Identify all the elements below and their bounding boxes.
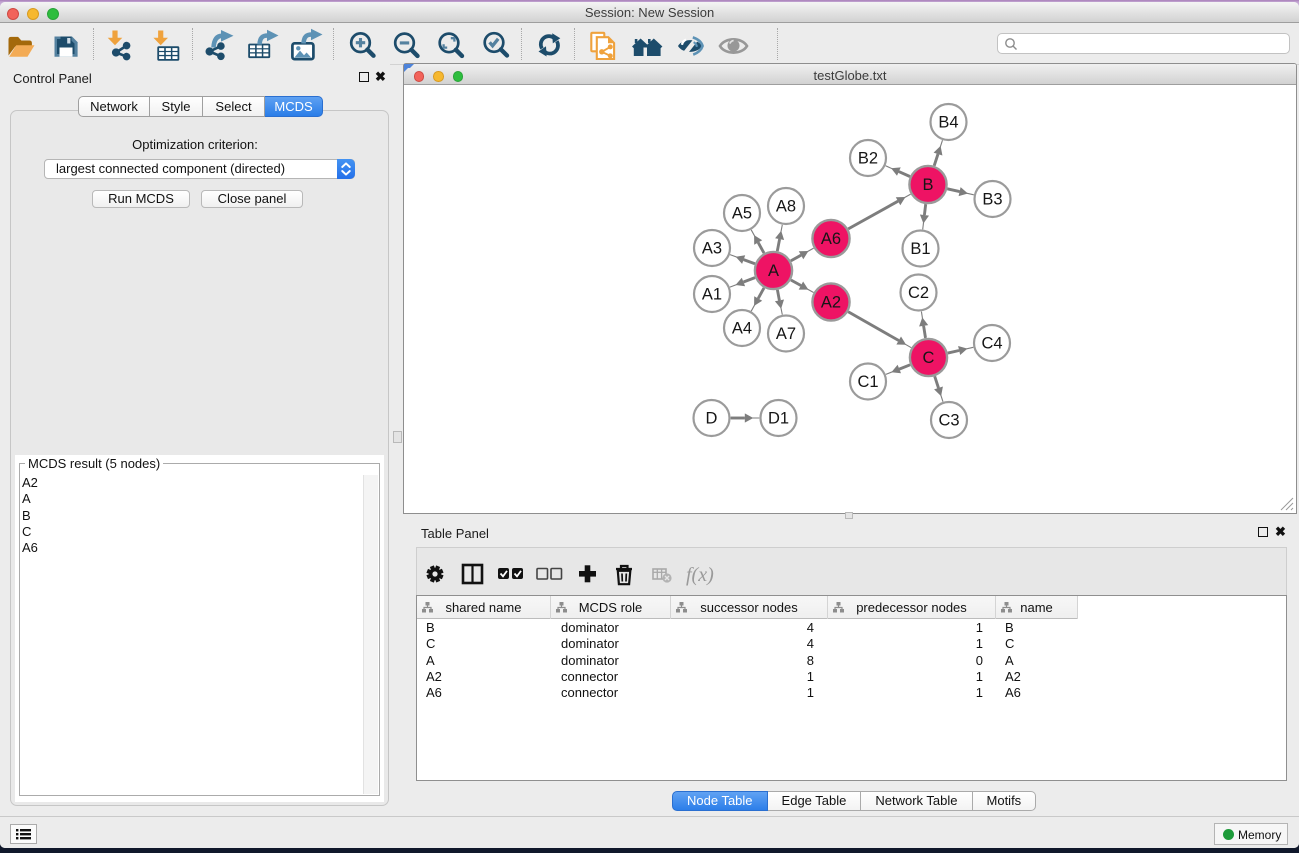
svg-text:A5: A5: [732, 205, 752, 223]
svg-text:B1: B1: [910, 240, 930, 258]
svg-text:B2: B2: [858, 150, 878, 168]
svg-text:A8: A8: [776, 198, 796, 216]
svg-text:C1: C1: [857, 373, 878, 391]
svg-text:B: B: [922, 176, 933, 194]
svg-text:A2: A2: [821, 294, 841, 312]
svg-text:D: D: [706, 410, 718, 428]
svg-text:C: C: [923, 349, 935, 367]
svg-text:C4: C4: [981, 335, 1002, 353]
svg-text:C2: C2: [908, 284, 929, 302]
svg-text:A: A: [768, 262, 779, 280]
svg-text:C3: C3: [938, 412, 959, 430]
svg-text:A3: A3: [702, 240, 722, 258]
svg-text:A4: A4: [732, 320, 752, 338]
svg-text:B3: B3: [982, 191, 1002, 209]
svg-text:f(x): f(x): [686, 564, 714, 586]
svg-text:D1: D1: [768, 410, 789, 428]
svg-text:A6: A6: [821, 230, 841, 248]
svg-text:B4: B4: [938, 114, 958, 132]
svg-text:A7: A7: [776, 325, 796, 343]
svg-text:A1: A1: [702, 286, 722, 304]
